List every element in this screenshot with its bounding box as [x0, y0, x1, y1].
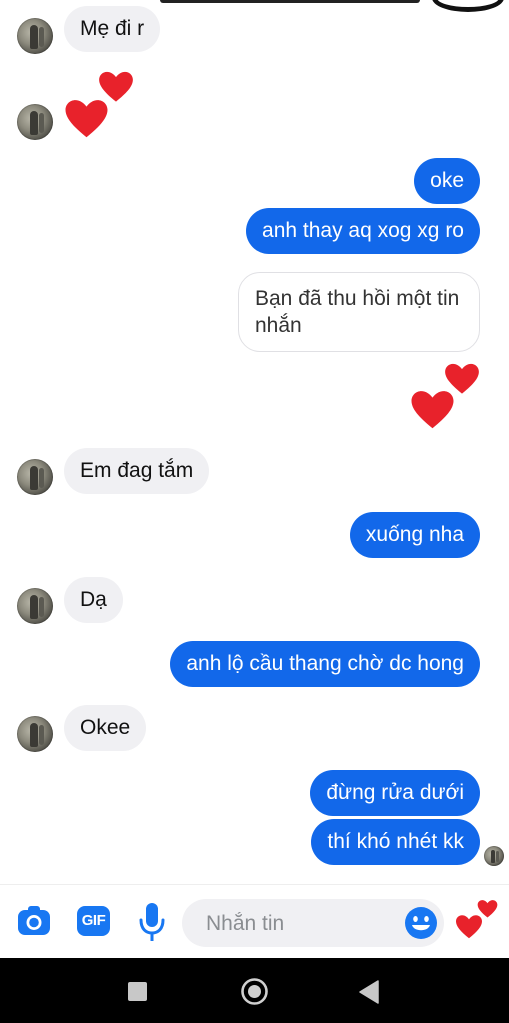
message-composer: GIF — [0, 884, 509, 959]
emoji-icon[interactable] — [404, 906, 438, 940]
gif-label: GIF — [81, 912, 106, 929]
outgoing-message[interactable]: anh lộ cầu thang chờ dc hong — [170, 641, 480, 687]
incoming-message[interactable]: Dạ — [64, 577, 123, 623]
incoming-message[interactable]: Okee — [64, 705, 147, 751]
top-bar-remnant — [160, 0, 420, 3]
recent-apps-icon[interactable] — [128, 982, 147, 1001]
back-icon[interactable] — [358, 980, 380, 1004]
heart-icon — [456, 915, 482, 939]
home-icon[interactable] — [240, 977, 269, 1006]
system-navigation-bar — [0, 958, 509, 1023]
message-input[interactable] — [204, 909, 398, 939]
incoming-message[interactable]: Em đag tắm — [64, 448, 210, 494]
outgoing-message[interactable]: thí khó nhét kk — [311, 819, 480, 865]
contact-avatar[interactable] — [17, 459, 53, 495]
heart-icon — [65, 100, 108, 138]
microphone-icon[interactable] — [138, 902, 166, 942]
outgoing-message[interactable]: anh thay aq xog xg ro — [246, 208, 480, 254]
contact-avatar[interactable] — [17, 588, 53, 624]
unsent-message-notice: Bạn đã thu hồi một tin nhắn — [238, 272, 480, 352]
contact-avatar[interactable] — [17, 104, 53, 140]
messenger-chat-screen: Mẹ đi r oke anh thay aq xog xg ro Bạn đã… — [0, 0, 509, 1023]
outgoing-message[interactable]: đừng rửa dưới — [310, 770, 480, 816]
gif-icon[interactable]: GIF — [77, 906, 110, 936]
contact-avatar[interactable] — [17, 716, 53, 752]
outgoing-message[interactable]: oke — [414, 158, 480, 204]
message-input-container[interactable] — [182, 899, 444, 947]
heart-reaction-icon[interactable] — [455, 899, 501, 943]
heart-icon — [411, 391, 454, 429]
camera-icon[interactable] — [17, 905, 51, 937]
outgoing-message[interactable]: xuống nha — [349, 512, 480, 558]
seen-receipt-avatar — [484, 846, 504, 866]
top-icon-remnant — [432, 0, 504, 12]
incoming-message[interactable]: Mẹ đi r — [64, 6, 161, 52]
contact-avatar[interactable] — [17, 18, 53, 54]
